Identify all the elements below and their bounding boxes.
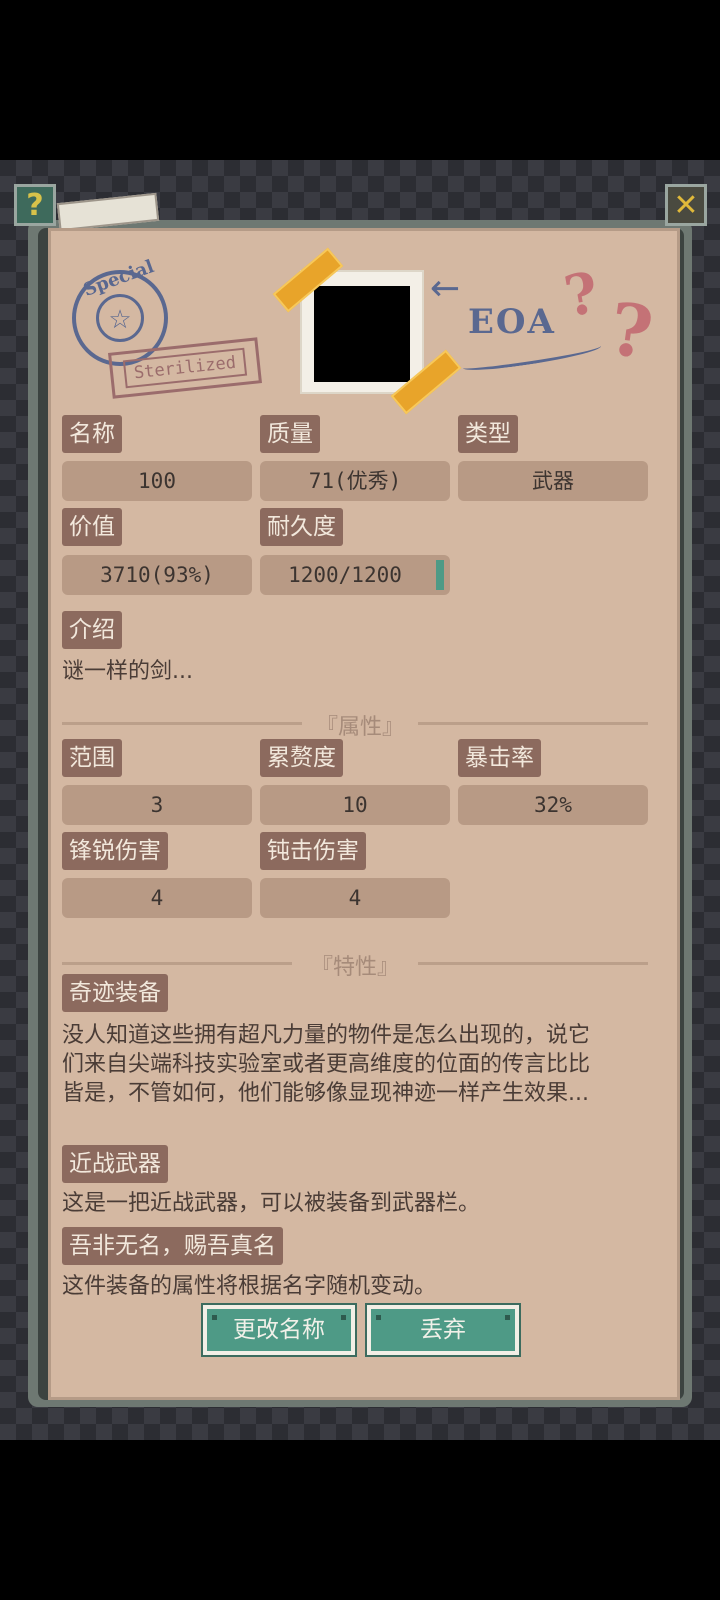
name-label: 名称 — [62, 415, 122, 453]
attributes-title: 『属性』 — [315, 715, 404, 740]
trait-description: 没人知道这些拥有超凡力量的物件是怎么出现的，说它 们来自尖端科技实验室或者更高维… — [62, 1021, 590, 1108]
star-icon: ☆ — [108, 305, 132, 335]
sterilized-text: Sterilized — [122, 347, 248, 389]
blunt-damage-value: 4 — [260, 878, 450, 918]
crit-label: 暴击率 — [458, 739, 541, 777]
trait-description: 这是一把近战武器，可以被装备到武器栏。 — [62, 1189, 480, 1218]
intro-text: 谜一样的剑... — [62, 659, 193, 684]
trait-line: 这件装备的属性将根据名字随机变动。 — [62, 1274, 437, 1299]
crit-value: 32% — [458, 785, 648, 825]
durability-bar — [436, 560, 444, 590]
close-button[interactable]: ✕ — [665, 184, 707, 226]
divider-line — [418, 962, 648, 965]
quality-label: 质量 — [260, 415, 320, 453]
burden-label: 累赘度 — [260, 739, 343, 777]
price-value: 3710(93%) — [62, 555, 252, 595]
trait-line: 这是一把近战武器，可以被装备到武器栏。 — [62, 1191, 481, 1216]
trait-description: 这件装备的属性将根据名字随机变动。 — [62, 1272, 436, 1301]
divider-line — [62, 962, 292, 965]
question-icon: ? — [26, 187, 44, 223]
range-label: 范围 — [62, 739, 122, 777]
help-button[interactable]: ? — [14, 184, 56, 226]
price-label: 价值 — [62, 508, 122, 546]
arrow-left-icon: ← — [430, 268, 461, 309]
divider-line — [418, 722, 648, 725]
blunt-damage-label: 钝击伤害 — [260, 832, 366, 870]
trait-label: 近战武器 — [62, 1145, 168, 1183]
range-value: 3 — [62, 785, 252, 825]
close-x-icon: ✕ — [673, 187, 699, 223]
durability-value: 1200/1200 — [260, 555, 450, 595]
type-value: 武器 — [458, 461, 648, 501]
eoa-scribble: EOA — [468, 302, 556, 342]
type-label: 类型 — [458, 415, 518, 453]
item-image — [314, 286, 410, 382]
intro-label: 介绍 — [62, 611, 122, 649]
burden-value: 10 — [260, 785, 450, 825]
durability-label: 耐久度 — [260, 508, 343, 546]
trait-line: 皆是，不管如何，他们能够像显现神迹一样产生效果... — [62, 1081, 589, 1106]
trait-line: 们来自尖端科技实验室或者更高维度的位面的传言比比 — [62, 1052, 591, 1077]
quality-value: 71(优秀) — [260, 461, 450, 501]
stamp-inner-ring: ☆ — [96, 294, 144, 342]
divider-line — [62, 722, 302, 725]
trait-line: 没人知道这些拥有超凡力量的物件是怎么出现的，说它 — [62, 1023, 591, 1048]
item-photo — [300, 270, 424, 394]
trait-label: 奇迹装备 — [62, 974, 168, 1012]
traits-title: 『特性』 — [310, 955, 399, 980]
name-value: 100 — [62, 461, 252, 501]
trait-label: 吾非无名，赐吾真名 — [62, 1227, 283, 1265]
sharp-damage-value: 4 — [62, 878, 252, 918]
sharp-damage-label: 锋锐伤害 — [62, 832, 168, 870]
rename-button[interactable]: 更改名称 — [201, 1303, 357, 1357]
discard-button[interactable]: 丢弃 — [365, 1303, 521, 1357]
